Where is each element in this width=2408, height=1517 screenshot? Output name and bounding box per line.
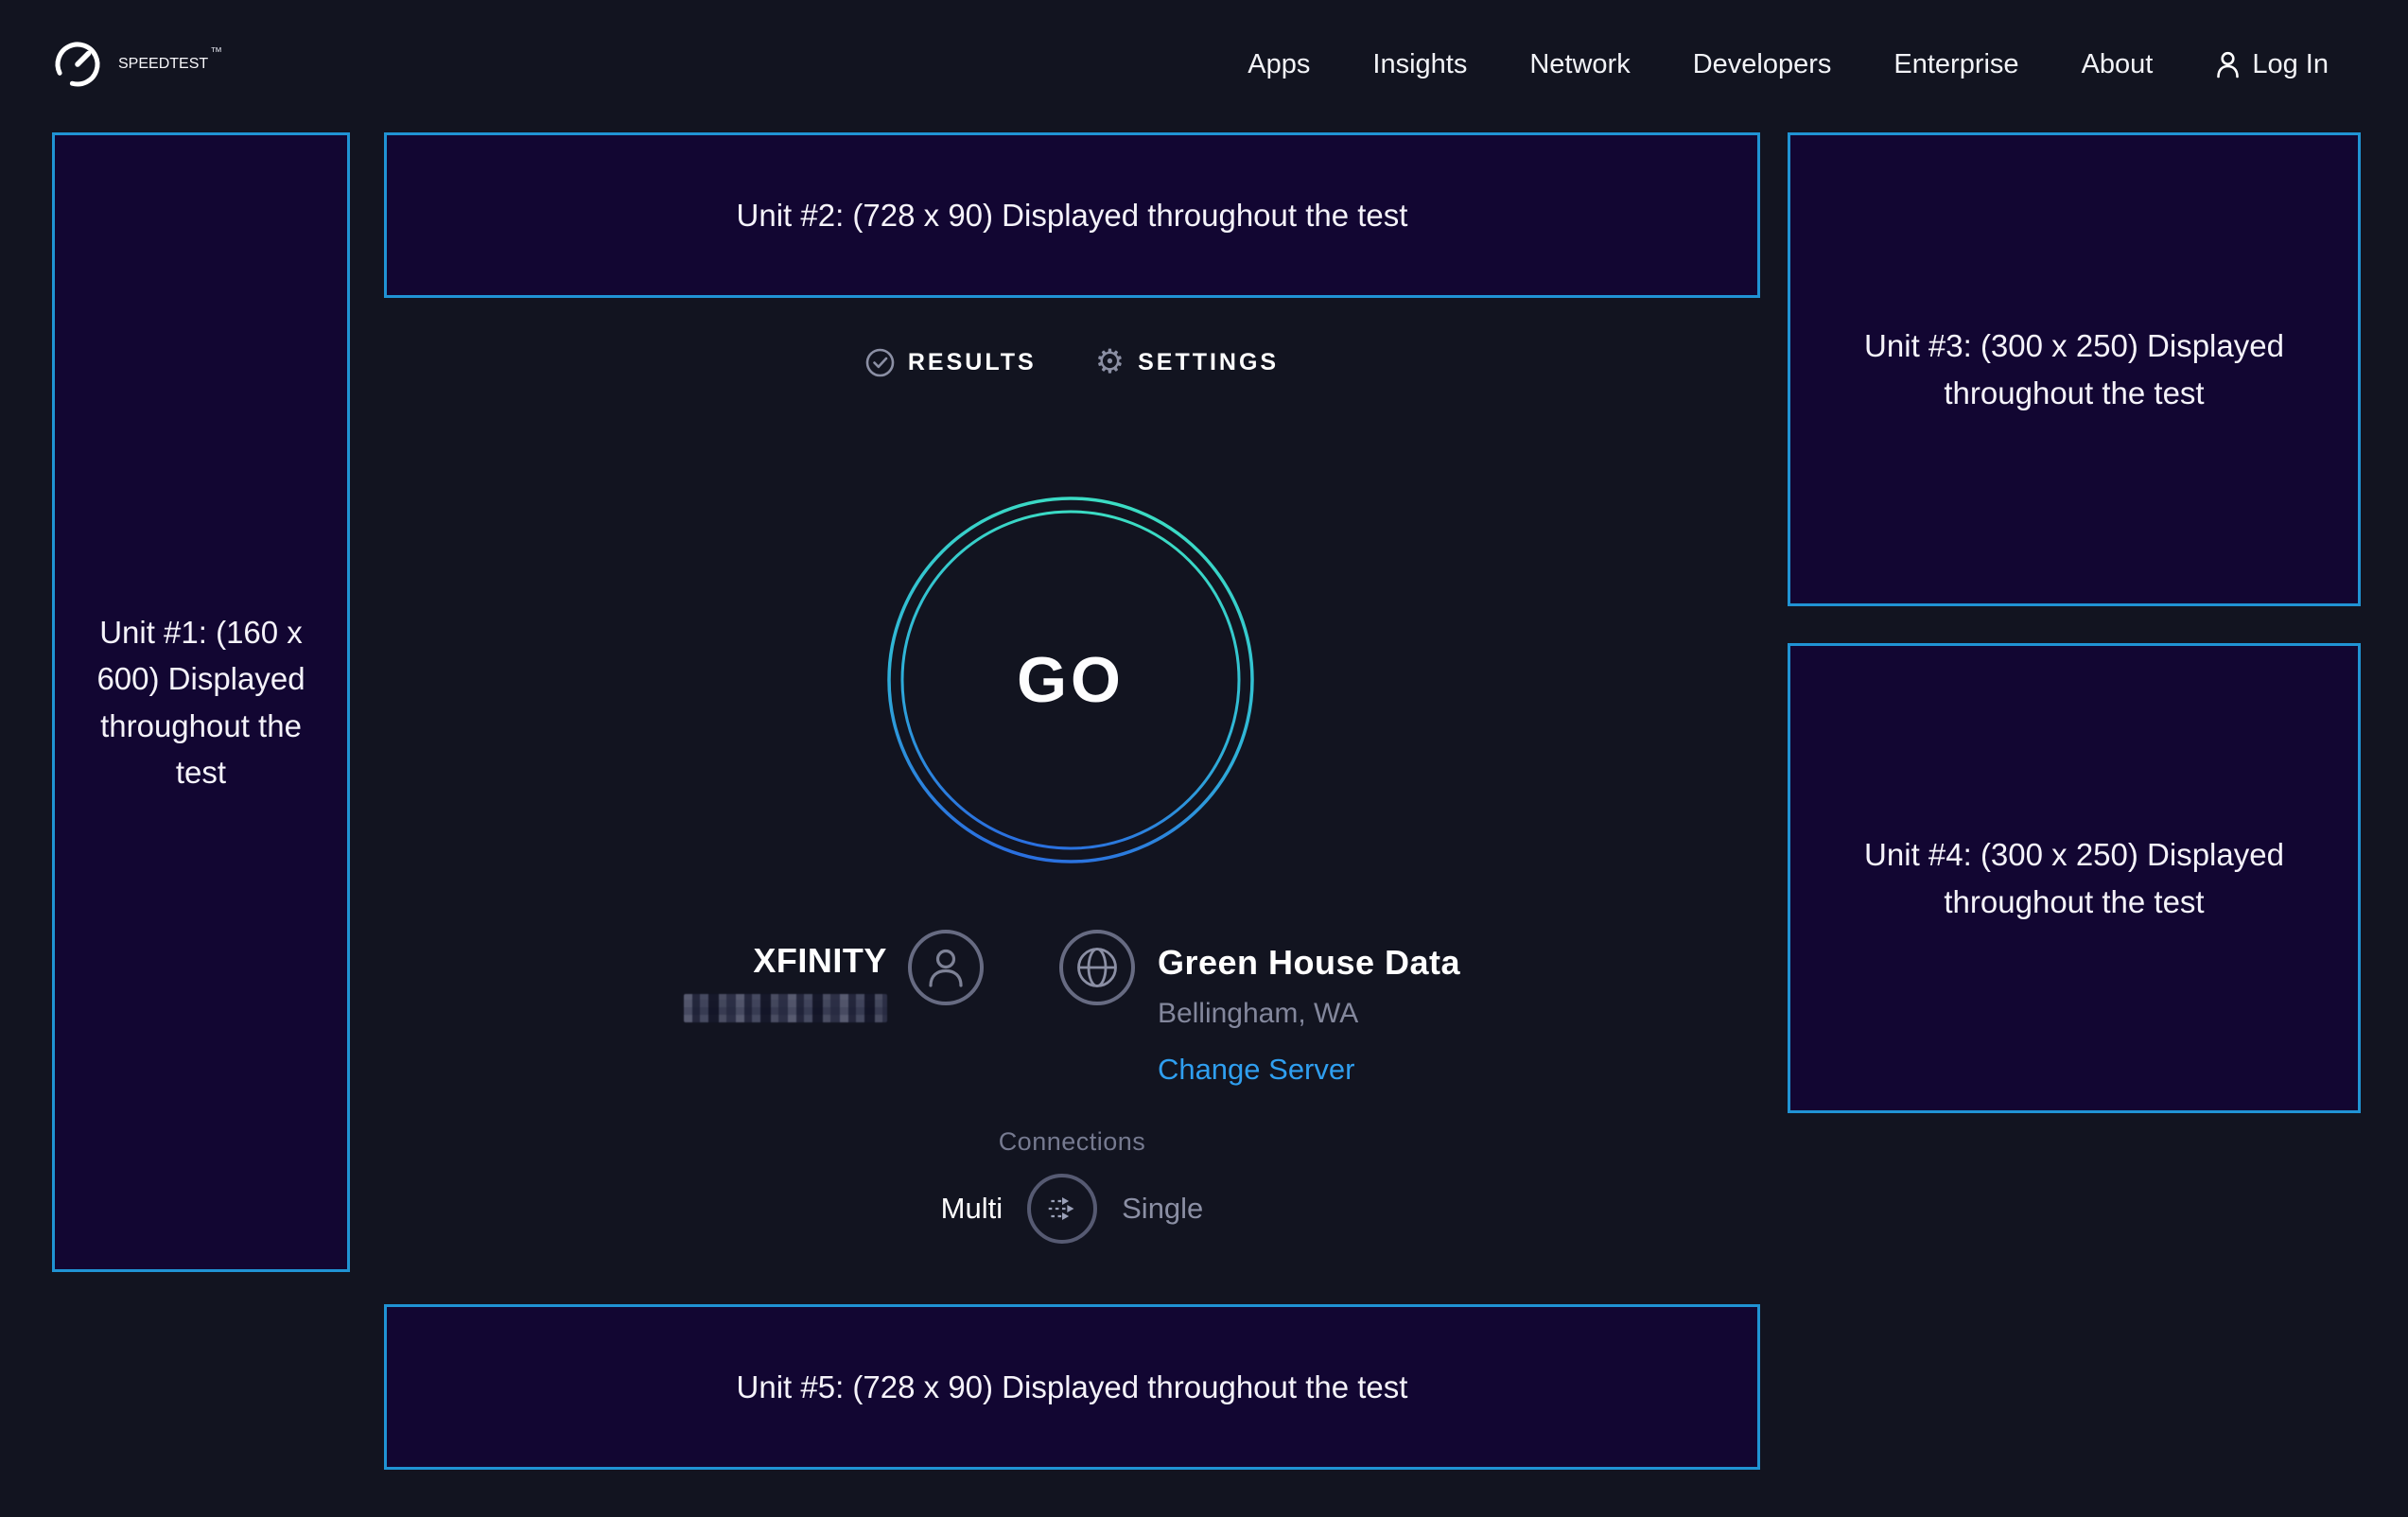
- nav-item-apps[interactable]: Apps: [1248, 49, 1310, 80]
- nav-item-developers[interactable]: Developers: [1693, 49, 1832, 80]
- nav-item-about[interactable]: About: [2082, 49, 2154, 80]
- server-block: Green House Data Bellingham, WA Change S…: [1158, 943, 1460, 1087]
- header: SPEEDTEST™ Apps Insights Network Develop…: [0, 0, 2408, 129]
- ad-unit-label: Unit #5: (728 x 90) Displayed throughout…: [737, 1364, 1408, 1411]
- ad-unit-label: Unit #3: (300 x 250) Displayed throughou…: [1851, 323, 2297, 416]
- logo-trademark: ™: [210, 44, 222, 59]
- speedtest-logo[interactable]: SPEEDTEST™: [52, 39, 220, 90]
- connections-section: Connections Multi Single: [384, 1127, 1760, 1244]
- go-label: GO: [886, 496, 1255, 864]
- connections-row: Multi Single: [384, 1174, 1760, 1244]
- isp-avatar: [908, 930, 984, 1005]
- server-globe: [1059, 930, 1135, 1005]
- connection-details: XFINITY Green House Data Bellingham, WA …: [384, 922, 1760, 1087]
- nav-item-enterprise[interactable]: Enterprise: [1893, 49, 2018, 80]
- speedtest-page: SPEEDTEST™ Apps Insights Network Develop…: [0, 0, 2408, 1517]
- connections-label: Connections: [384, 1127, 1760, 1157]
- tab-results-label: RESULTS: [908, 349, 1037, 376]
- ad-unit-1[interactable]: Unit #1: (160 x 600) Displayed throughou…: [52, 132, 350, 1272]
- connections-single-option[interactable]: Single: [1122, 1192, 1203, 1226]
- dashed-arrows-icon: [1031, 1174, 1093, 1244]
- nav-item-network[interactable]: Network: [1529, 49, 1630, 80]
- ad-unit-2[interactable]: Unit #2: (728 x 90) Displayed throughout…: [384, 132, 1760, 298]
- tab-settings[interactable]: ⚙ SETTINGS: [1095, 346, 1279, 379]
- ad-unit-label: Unit #1: (160 x 600) Displayed throughou…: [87, 609, 315, 796]
- gear-icon: ⚙: [1095, 345, 1125, 378]
- tab-bar: RESULTS ⚙ SETTINGS: [384, 333, 1760, 392]
- tab-settings-label: SETTINGS: [1138, 349, 1279, 376]
- server-name: Green House Data: [1158, 943, 1460, 983]
- isp-block: XFINITY: [684, 941, 887, 1027]
- logo-text: SPEEDTEST™: [118, 56, 220, 73]
- check-circle-icon: [865, 348, 895, 377]
- ad-unit-label: Unit #4: (300 x 250) Displayed throughou…: [1851, 831, 2297, 925]
- ad-unit-label: Unit #2: (728 x 90) Displayed throughout…: [737, 192, 1408, 239]
- gauge-icon: [52, 39, 103, 90]
- main-nav: Apps Insights Network Developers Enterpr…: [1248, 49, 2153, 80]
- redacted-ip: [684, 994, 887, 1022]
- connections-multi-option[interactable]: Multi: [941, 1192, 1003, 1226]
- connections-toggle[interactable]: [1027, 1174, 1097, 1244]
- ad-unit-4[interactable]: Unit #4: (300 x 250) Displayed throughou…: [1788, 643, 2361, 1113]
- login-label: Log In: [2252, 49, 2329, 80]
- globe-icon: [1073, 944, 1121, 991]
- server-location: Bellingham, WA: [1158, 998, 1460, 1030]
- tab-results[interactable]: RESULTS: [865, 348, 1037, 377]
- ad-unit-5[interactable]: Unit #5: (728 x 90) Displayed throughout…: [384, 1304, 1760, 1470]
- go-button[interactable]: GO: [886, 496, 1255, 864]
- user-icon: [2215, 50, 2241, 79]
- isp-name: XFINITY: [684, 941, 887, 981]
- ad-unit-3[interactable]: Unit #3: (300 x 250) Displayed throughou…: [1788, 132, 2361, 606]
- change-server-link[interactable]: Change Server: [1158, 1053, 1460, 1087]
- person-icon: [924, 944, 968, 991]
- login-button[interactable]: Log In: [2215, 49, 2329, 80]
- nav-item-insights[interactable]: Insights: [1372, 49, 1467, 80]
